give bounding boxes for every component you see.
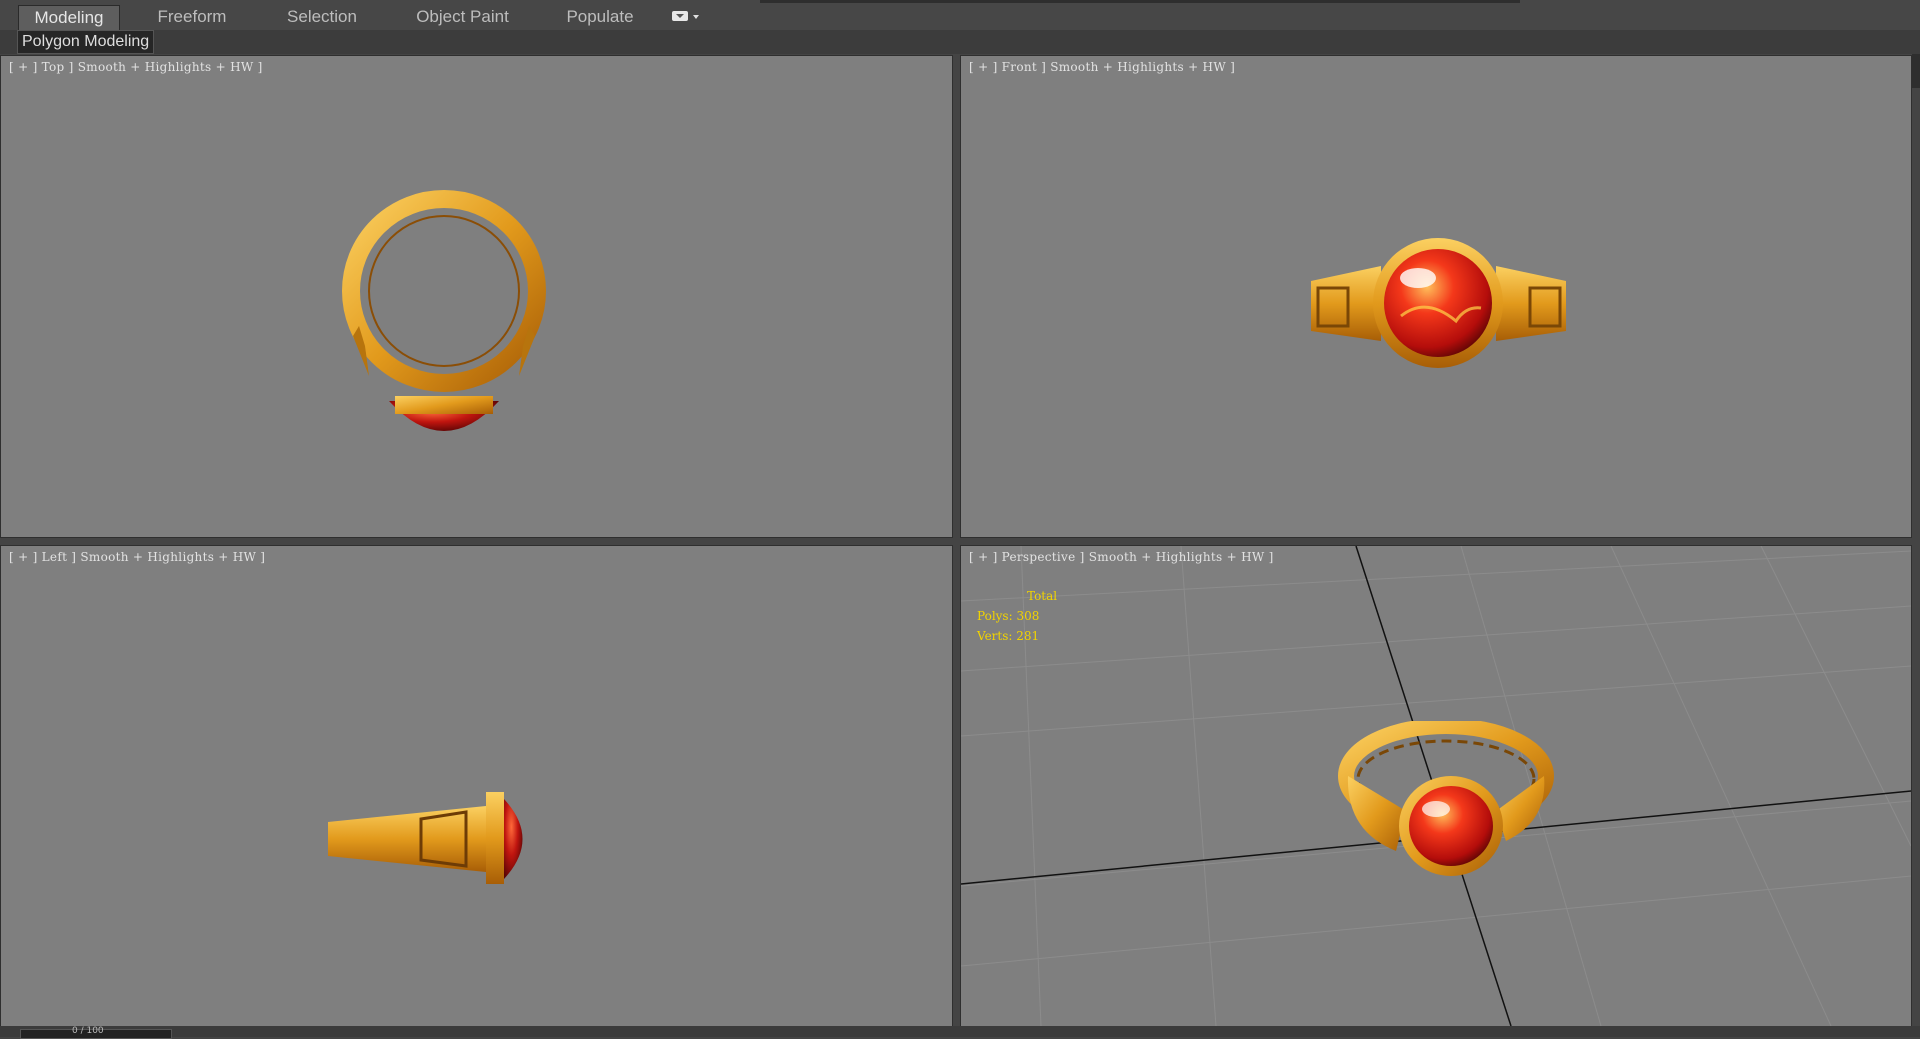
ring-perspective-view xyxy=(1338,721,1554,876)
viewport-perspective-label[interactable]: [ + ] Perspective ] Smooth + Highlights … xyxy=(969,550,1274,564)
tab-freeform[interactable]: Freeform xyxy=(142,5,242,29)
frame-counter: 0 / 100 xyxy=(72,1026,104,1036)
stats-verts: Verts: 281 xyxy=(977,629,1040,643)
polygon-modeling-panel[interactable]: Polygon Modeling xyxy=(17,30,155,54)
ring-top-view xyxy=(342,190,546,431)
tab-selection[interactable]: Selection xyxy=(272,5,372,29)
viewport-front[interactable]: [ + ] Front ] Smooth + Highlights + HW ] xyxy=(960,55,1912,538)
viewport-left[interactable]: [ + ] Left ] Smooth + Highlights + HW ] xyxy=(0,545,953,1027)
ring-left-view xyxy=(328,792,523,884)
ring-front-view xyxy=(1311,238,1566,368)
stats-polys: Polys: 308 xyxy=(977,609,1040,623)
ribbon-top-divider xyxy=(760,0,1520,3)
tab-modeling[interactable]: Modeling xyxy=(18,5,120,30)
ribbon-display-icon xyxy=(672,11,688,21)
chevron-down-icon xyxy=(693,15,699,19)
ribbon-panel-row: Polygon Modeling xyxy=(0,30,1920,54)
viewport-perspective[interactable]: [ + ] Perspective ] Smooth + Highlights … xyxy=(960,545,1912,1027)
viewport-left-label[interactable]: [ + ] Left ] Smooth + Highlights + HW ] xyxy=(9,550,265,564)
tab-object-paint[interactable]: Object Paint xyxy=(400,5,525,29)
viewport-front-label[interactable]: [ + ] Front ] Smooth + Highlights + HW ] xyxy=(969,60,1235,74)
tab-populate[interactable]: Populate xyxy=(550,5,650,29)
ribbon-scroll-handle[interactable] xyxy=(1912,54,1920,88)
statistics-overlay: Total Polys: 308 Verts: 281 xyxy=(977,586,1057,646)
ribbon-options-button[interactable] xyxy=(670,8,704,26)
viewport-top-label[interactable]: [ + ] Top ] Smooth + Highlights + HW ] xyxy=(9,60,263,74)
viewport-top[interactable]: [ + ] Top ] Smooth + Highlights + HW ] xyxy=(0,55,953,538)
timeline-bar: 0 / 100 xyxy=(0,1026,1920,1039)
ribbon-tab-bar: Modeling Freeform Selection Object Paint… xyxy=(0,0,1920,31)
stats-total-label: Total xyxy=(1027,589,1058,603)
